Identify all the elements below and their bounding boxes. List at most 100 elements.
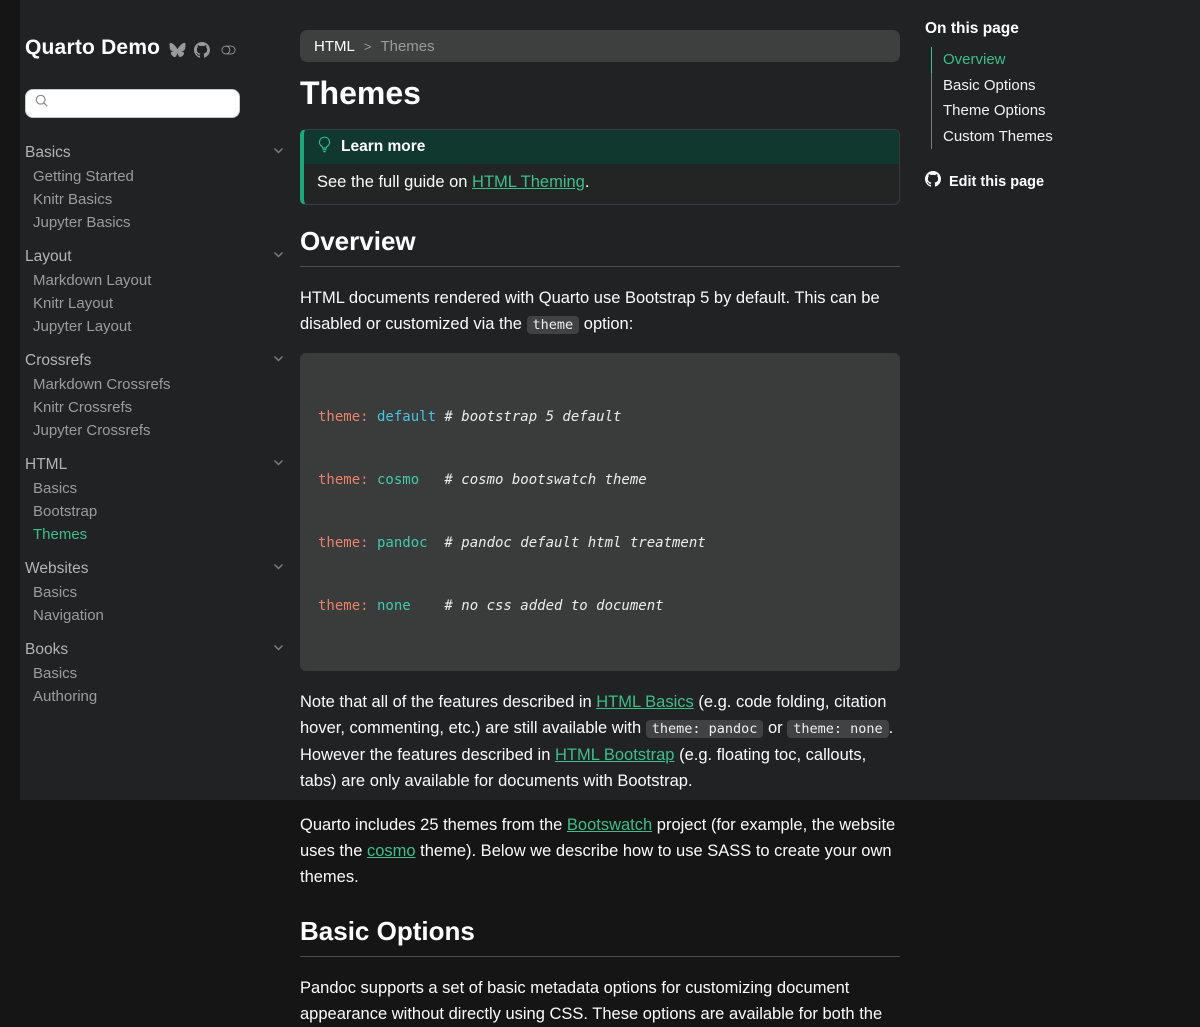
- sidebar-item-knitr-basics[interactable]: Knitr Basics: [25, 188, 287, 211]
- overview-paragraph-3: Quarto includes 25 themes from the Boots…: [300, 812, 900, 890]
- inline-code-theme-pandoc: theme: pandoc: [646, 720, 764, 738]
- sidebar-item-html-bootstrap[interactable]: Bootstrap: [25, 500, 287, 523]
- yaml-value: pandoc: [377, 533, 444, 554]
- toc-item-basic-options[interactable]: Basic Options: [931, 73, 1185, 99]
- yaml-key: theme:: [318, 598, 369, 614]
- breadcrumb: HTML > Themes: [300, 30, 900, 62]
- nav-section-title-books[interactable]: Books: [25, 638, 287, 662]
- html-bootstrap-link[interactable]: HTML Bootstrap: [555, 746, 675, 764]
- breadcrumb-separator: >: [364, 39, 372, 54]
- chevron-down-icon[interactable]: [272, 557, 285, 581]
- callout-text: See the full guide on: [317, 173, 472, 191]
- yaml-key: theme:: [318, 535, 369, 551]
- yaml-key: theme:: [318, 409, 369, 425]
- html-theming-link[interactable]: HTML Theming: [472, 173, 585, 191]
- breadcrumb-current: Themes: [380, 38, 434, 55]
- html-basics-link[interactable]: HTML Basics: [596, 693, 694, 711]
- nav-section-title-websites[interactable]: Websites: [25, 557, 287, 581]
- nav-section-crossrefs: Crossrefs Markdown Crossrefs Knitr Cross…: [25, 349, 287, 442]
- overview-paragraph-2: Note that all of the features described …: [300, 689, 900, 794]
- toc-item-theme-options[interactable]: Theme Options: [931, 98, 1185, 124]
- github-icon: [925, 171, 941, 192]
- sidebar-item-jupyter-crossrefs[interactable]: Jupyter Crossrefs: [25, 419, 287, 442]
- search-input[interactable]: [55, 96, 225, 111]
- yaml-code-block: theme:default# bootstrap 5 default theme…: [300, 353, 900, 671]
- nav-section-label: Layout: [25, 245, 72, 269]
- sidebar-item-websites-navigation[interactable]: Navigation: [25, 604, 287, 627]
- page-title: Themes: [300, 75, 900, 112]
- sidebar-nav: Basics Getting Started Knitr Basics Jupy…: [25, 141, 287, 708]
- chevron-down-icon[interactable]: [272, 349, 285, 373]
- nav-section-books: Books Basics Authoring: [25, 638, 287, 708]
- toc-item-overview[interactable]: Overview: [931, 47, 1185, 73]
- code-line: theme: cosmo# cosmo bootswatch theme: [318, 470, 882, 491]
- sidebar-item-books-basics[interactable]: Basics: [25, 662, 287, 685]
- lightbulb-icon: [317, 136, 332, 158]
- sidebar-item-books-authoring[interactable]: Authoring: [25, 685, 287, 708]
- nav-section-title-crossrefs[interactable]: Crossrefs: [25, 349, 287, 373]
- github-icon[interactable]: [194, 42, 210, 58]
- search-box[interactable]: [25, 89, 240, 118]
- toc-item-custom-themes[interactable]: Custom Themes: [931, 124, 1185, 150]
- code-line: theme: none# no css added to document: [318, 596, 882, 617]
- nav-section-label: Books: [25, 638, 68, 662]
- chevron-down-icon[interactable]: [272, 141, 285, 165]
- edit-this-page-label: Edit this page: [949, 174, 1044, 190]
- text-run: Quarto includes 25 themes from the: [300, 816, 567, 834]
- main-content: HTML > Themes Themes Learn more See the …: [300, 0, 900, 800]
- overview-paragraph-1: HTML documents rendered with Quarto use …: [300, 285, 900, 338]
- sidebar-item-websites-basics[interactable]: Basics: [25, 581, 287, 604]
- left-sidebar: Quarto Demo Basics Getting Started Knitr…: [25, 0, 287, 800]
- nav-section-title-layout[interactable]: Layout: [25, 245, 287, 269]
- basic-options-paragraph: Pandoc supports a set of basic metadata …: [300, 975, 900, 1027]
- site-title[interactable]: Quarto Demo: [25, 36, 160, 60]
- breadcrumb-section[interactable]: HTML: [314, 38, 355, 55]
- nav-section-title-html[interactable]: HTML: [25, 453, 287, 477]
- sidebar-item-markdown-layout[interactable]: Markdown Layout: [25, 269, 287, 292]
- callout-body: See the full guide on HTML Theming.: [304, 164, 899, 204]
- yaml-value: cosmo: [377, 470, 444, 491]
- basic-options-heading: Basic Options: [300, 916, 900, 957]
- callout-title: Learn more: [341, 138, 425, 156]
- text-run: or: [763, 719, 787, 737]
- nav-section-label: Basics: [25, 141, 71, 165]
- overview-heading: Overview: [300, 226, 900, 267]
- callout-text-end: .: [585, 173, 590, 191]
- learn-more-callout: Learn more See the full guide on HTML Th…: [300, 129, 900, 205]
- sidebar-item-getting-started[interactable]: Getting Started: [25, 165, 287, 188]
- callout-header: Learn more: [304, 130, 899, 164]
- nav-section-label: Crossrefs: [25, 349, 91, 373]
- sidebar-item-html-themes[interactable]: Themes: [25, 523, 287, 546]
- yaml-value: none: [377, 596, 444, 617]
- edit-this-page[interactable]: Edit this page: [925, 171, 1185, 192]
- toc-list: Overview Basic Options Theme Options Cus…: [925, 47, 1185, 149]
- inline-code-theme: theme: [527, 316, 580, 334]
- toc-sidebar: On this page Overview Basic Options Them…: [925, 0, 1185, 192]
- text-run: Note that all of the features described …: [300, 693, 596, 711]
- sidebar-item-knitr-crossrefs[interactable]: Knitr Crossrefs: [25, 396, 287, 419]
- nav-section-html: HTML Basics Bootstrap Themes: [25, 453, 287, 546]
- theme-toggle-icon[interactable]: [218, 43, 239, 57]
- sidebar-item-knitr-layout[interactable]: Knitr Layout: [25, 292, 287, 315]
- bootswatch-link[interactable]: Bootswatch: [567, 816, 652, 834]
- cosmo-link[interactable]: cosmo: [367, 842, 416, 860]
- sidebar-item-jupyter-layout[interactable]: Jupyter Layout: [25, 315, 287, 338]
- yaml-comment: # cosmo bootswatch theme: [444, 472, 646, 488]
- nav-section-label: HTML: [25, 453, 67, 477]
- sidebar-item-jupyter-basics[interactable]: Jupyter Basics: [25, 211, 287, 234]
- nav-section-title-basics[interactable]: Basics: [25, 141, 287, 165]
- yaml-comment: # pandoc default html treatment: [444, 535, 705, 551]
- chevron-down-icon[interactable]: [272, 638, 285, 662]
- nav-section-basics: Basics Getting Started Knitr Basics Jupy…: [25, 141, 287, 234]
- inline-code-theme-none: theme: none: [787, 720, 888, 738]
- yaml-comment: # no css added to document: [444, 598, 663, 614]
- yaml-key: theme:: [318, 472, 369, 488]
- text-run: option:: [579, 315, 633, 333]
- search-icon: [35, 94, 49, 113]
- yaml-value: default: [377, 407, 444, 428]
- sidebar-item-html-basics[interactable]: Basics: [25, 477, 287, 500]
- chevron-down-icon[interactable]: [272, 245, 285, 269]
- chevron-down-icon[interactable]: [272, 453, 285, 477]
- bluesky-butterfly-icon[interactable]: [169, 42, 186, 58]
- sidebar-item-markdown-crossrefs[interactable]: Markdown Crossrefs: [25, 373, 287, 396]
